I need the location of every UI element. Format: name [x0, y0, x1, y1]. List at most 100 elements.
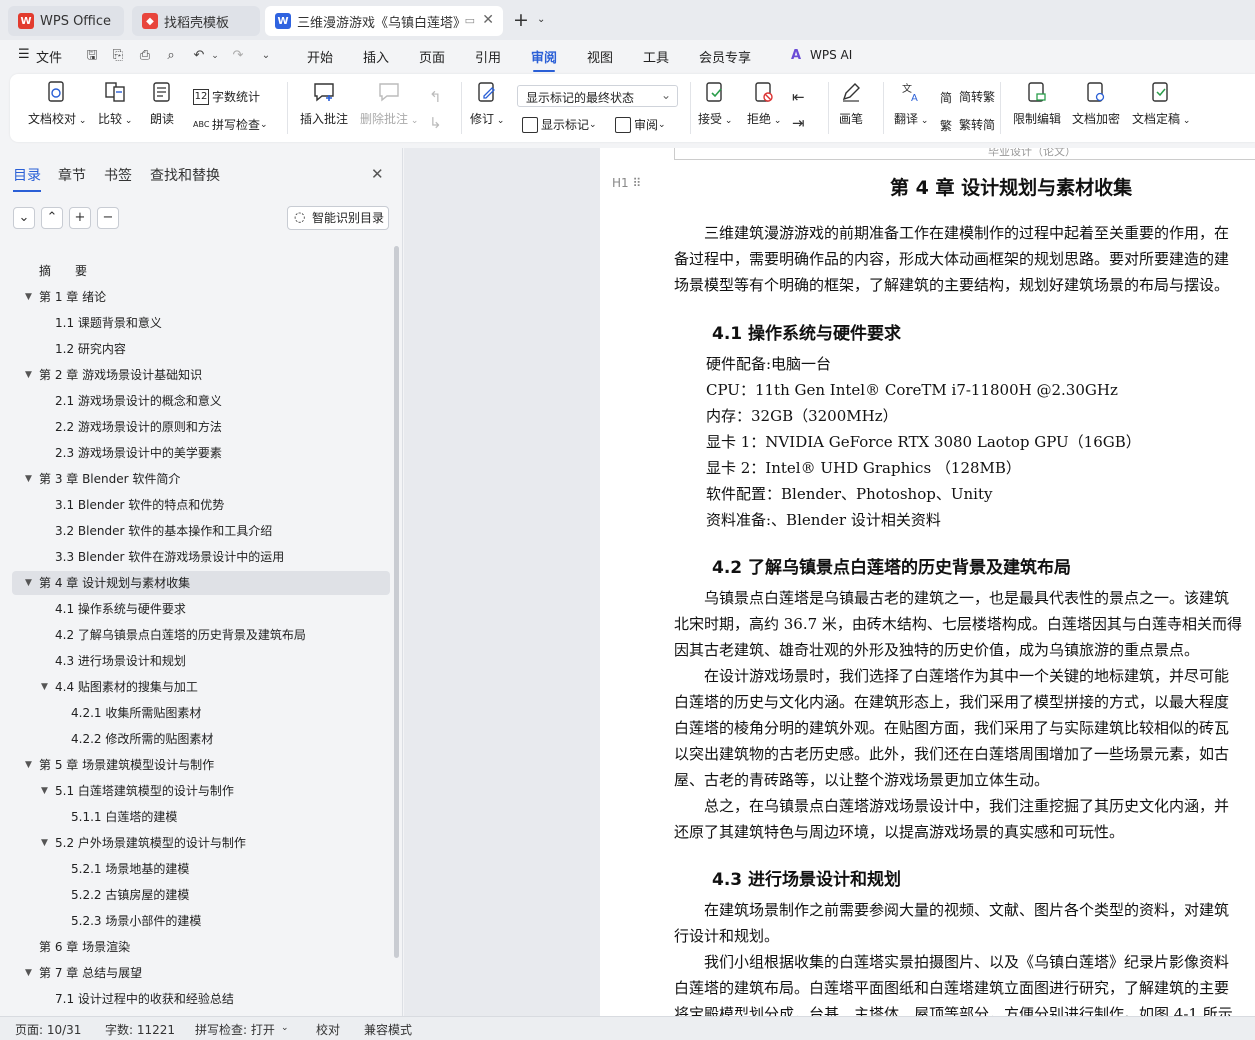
toc-item[interactable]: 7.1 设计过程中的收获和经验总结	[12, 987, 390, 1011]
toc-item[interactable]: 第 6 章 场景渲染	[12, 935, 390, 959]
toc-item[interactable]: 1.2 研究内容	[12, 337, 390, 361]
save-icon[interactable]: 🖫	[84, 48, 100, 64]
toc-scrollbar[interactable]	[394, 246, 399, 958]
print-icon[interactable]: ⎙	[137, 48, 153, 64]
prev-revision-icon[interactable]: ⇤	[792, 88, 805, 106]
toc-item[interactable]: ▼ 第 1 章 绪论	[12, 285, 390, 309]
toc-item[interactable]: 5.2.3 场景小部件的建模	[12, 909, 390, 933]
word-count-button[interactable]: 12 字数统计	[193, 88, 260, 105]
toc-item[interactable]: 1.1 课题背景和意义	[12, 311, 390, 335]
translate-button[interactable]: 文A 翻译 ⌄	[894, 80, 928, 127]
proofread-button[interactable]: 文档校对 ⌄	[28, 80, 86, 127]
proof-status[interactable]: 校对	[316, 1021, 340, 1038]
toc-item[interactable]: ▼ 第 3 章 Blender 软件简介	[12, 467, 390, 491]
next-revision-icon[interactable]: ⇥	[792, 114, 805, 132]
menu-insert[interactable]: 插入	[363, 47, 389, 66]
redo-icon[interactable]: ↷	[230, 48, 246, 64]
toc-item[interactable]: ▼ 第 2 章 游戏场景设计基础知识	[12, 363, 390, 387]
toc-item[interactable]: 4.1 操作系统与硬件要求	[12, 597, 390, 621]
toc-item[interactable]: ▼ 5.1 白莲塔建筑模型的设计与制作	[12, 779, 390, 803]
expand-arrow-icon[interactable]: ▼	[41, 779, 48, 803]
collapse-up-button[interactable]: ⌃	[41, 207, 63, 229]
reject-button[interactable]: 拒绝 ⌄	[747, 80, 781, 127]
expand-arrow-icon[interactable]: ▼	[25, 753, 32, 777]
next-comment-icon[interactable]: ↳	[429, 114, 442, 132]
more-chevron-icon[interactable]: ⌄	[258, 48, 274, 64]
chevron-down-icon[interactable]: ⌄	[281, 1023, 289, 1033]
toc-item[interactable]: ▼ 第 4 章 设计规划与素材收集	[12, 571, 390, 595]
menu-wps-ai[interactable]: WPS AI	[810, 48, 852, 62]
menu-member[interactable]: 会员专享	[699, 47, 751, 66]
menu-file[interactable]: 文件	[36, 47, 62, 66]
expand-arrow-icon[interactable]: ▼	[25, 285, 32, 309]
toc-item[interactable]: ▼ 4.4 贴图素材的搜集与加工	[12, 675, 390, 699]
trad-to-simp-button[interactable]: 繁 繁转简	[940, 116, 995, 133]
encrypt-doc-button[interactable]: 文档加密	[1072, 80, 1120, 127]
tab-toc[interactable]: 目录	[13, 165, 41, 192]
export-icon[interactable]: ⎘	[110, 48, 126, 64]
spell-check-button[interactable]: ABC 拼写检查 ⌄	[193, 116, 268, 133]
add-heading-button[interactable]: +	[69, 207, 91, 229]
collapse-down-button[interactable]: ⌄	[13, 207, 35, 229]
toc-item[interactable]: 摘 要	[12, 259, 390, 283]
expand-arrow-icon[interactable]: ▼	[25, 571, 32, 595]
delete-comment-button[interactable]: 删除批注 ⌄	[360, 80, 418, 127]
toc-item[interactable]: 2.3 游戏场景设计中的美学要素	[12, 441, 390, 465]
toc-item[interactable]: ▼ 第 5 章 场景建筑模型设计与制作	[12, 753, 390, 777]
toc-item[interactable]: 4.2.2 修改所需的贴图素材	[12, 727, 390, 751]
markup-state-select[interactable]: 显示标记的最终状态 ⌄	[517, 85, 678, 107]
toc-item[interactable]: 2.2 游戏场景设计的原则和方法	[12, 415, 390, 439]
toc-item[interactable]: 5.1.1 白莲塔的建模	[12, 805, 390, 829]
accept-button[interactable]: 接受 ⌄	[698, 80, 732, 127]
expand-arrow-icon[interactable]: ▼	[25, 467, 32, 491]
expand-arrow-icon[interactable]: ▼	[25, 363, 32, 387]
toc-item[interactable]: ▼ 5.2 户外场景建筑模型的设计与制作	[12, 831, 390, 855]
toc-item[interactable]: 4.2 了解乌镇景点白莲塔的历史背景及建筑布局	[12, 623, 390, 647]
menu-page[interactable]: 页面	[419, 47, 445, 66]
menu-start[interactable]: 开始	[307, 47, 333, 66]
revise-button[interactable]: 修订 ⌄	[470, 80, 504, 127]
toc-item[interactable]: 4.3 进行场景设计和规划	[12, 649, 390, 673]
menu-tools[interactable]: 工具	[643, 47, 669, 66]
tab-wps-office[interactable]: W WPS Office	[8, 6, 124, 36]
restrict-edit-button[interactable]: 限制编辑	[1013, 80, 1061, 127]
read-aloud-button[interactable]: 朗读	[150, 80, 174, 127]
page-indicator[interactable]: 页面: 10/31	[15, 1021, 81, 1038]
expand-arrow-icon[interactable]: ▼	[25, 961, 32, 985]
document-page[interactable]: 毕业设计（论文） H1 ⠿ 第 4 章 设计规划与素材收集 三维建筑漫游游戏的前…	[600, 148, 1255, 1016]
toc-item[interactable]: 5.2.2 古镇房屋的建模	[12, 883, 390, 907]
prev-comment-icon[interactable]: ↰	[429, 88, 442, 106]
tab-sections[interactable]: 章节	[58, 165, 86, 185]
menu-reference[interactable]: 引用	[475, 47, 501, 66]
spell-check-status[interactable]: 拼写检查: 打开	[195, 1021, 275, 1038]
review-pane-button[interactable]: 审阅 ⌄	[615, 116, 666, 133]
tab-list-chevron-icon[interactable]: ⌄	[537, 14, 545, 25]
toc-item[interactable]: 4.2.1 收集所需贴图素材	[12, 701, 390, 725]
smart-toc-button[interactable]: ◌ 智能识别目录	[287, 206, 389, 230]
insert-comment-button[interactable]: 插入批注	[300, 80, 348, 127]
menu-view[interactable]: 视图	[587, 47, 613, 66]
close-pane-icon[interactable]: ✕	[371, 165, 384, 183]
tab-docer-templates[interactable]: ◆ 找稻壳模板	[132, 6, 260, 36]
heading-marker-icon[interactable]: H1 ⠿	[612, 176, 641, 190]
toc-item[interactable]: 5.2.1 场景地基的建模	[12, 857, 390, 881]
compare-button[interactable]: 比较 ⌄	[98, 80, 132, 127]
tab-current-document[interactable]: W 三维漫游游戏《乌镇白莲塔》 ▭ ✕	[265, 6, 503, 36]
toc-item[interactable]: 3.1 Blender 软件的特点和优势	[12, 493, 390, 517]
toc-item[interactable]: 3.3 Blender 软件在游戏场景设计中的运用	[12, 545, 390, 569]
tab-bookmarks[interactable]: 书签	[104, 165, 132, 185]
tab-find-replace[interactable]: 查找和替换	[150, 165, 220, 185]
pen-button[interactable]: 画笔	[839, 80, 863, 127]
new-tab-plus-icon[interactable]: +	[513, 9, 529, 31]
toc-item[interactable]: ▼ 第 7 章 总结与展望	[12, 961, 390, 985]
simp-to-trad-button[interactable]: 简 简转繁	[940, 88, 995, 105]
finalize-doc-button[interactable]: 文档定稿 ⌄	[1132, 80, 1190, 127]
menu-review[interactable]: 审阅	[531, 47, 557, 72]
undo-icon[interactable]: ↶	[191, 48, 207, 64]
toc-item[interactable]: 3.2 Blender 软件的基本操作和工具介绍	[12, 519, 390, 543]
expand-arrow-icon[interactable]: ▼	[41, 675, 48, 699]
print-preview-icon[interactable]: ⌕	[163, 48, 179, 64]
show-markup-button[interactable]: 显示标记 ⌄	[522, 116, 597, 133]
remove-heading-button[interactable]: −	[97, 207, 119, 229]
close-tab-icon[interactable]: ✕	[482, 12, 494, 28]
